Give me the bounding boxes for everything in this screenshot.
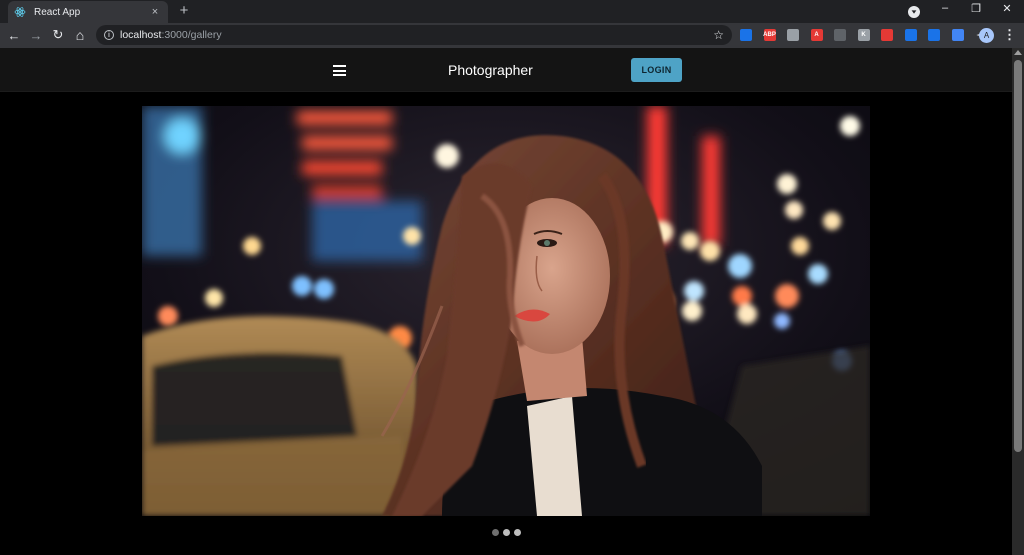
page-scrollbar[interactable]: [1012, 48, 1024, 555]
browser-tab[interactable]: React App ×: [8, 1, 168, 23]
bookmark-extension-icon[interactable]: [928, 29, 940, 41]
home-button[interactable]: ⌂: [72, 27, 88, 43]
reload-button[interactable]: ↻: [50, 27, 66, 43]
chrome-ext-icon[interactable]: [740, 29, 752, 41]
carousel-dot[interactable]: [514, 529, 521, 536]
k-extension-icon[interactable]: K: [857, 29, 870, 41]
url-host: localhost: [120, 29, 162, 41]
carousel-dot[interactable]: [503, 529, 510, 536]
android-extension-icon[interactable]: [834, 29, 846, 41]
restore-button[interactable]: ❐: [968, 2, 984, 15]
minimize-button[interactable]: –: [937, 2, 953, 14]
extension-badge-icon[interactable]: [787, 29, 799, 41]
gallery-carousel: [0, 92, 1012, 555]
tab-title: React App: [34, 6, 81, 18]
blue-square-extension-icon[interactable]: [904, 29, 917, 41]
portrait-city-night-photo[interactable]: [142, 106, 870, 516]
forward-button[interactable]: →: [28, 27, 44, 43]
browser-tab-strip: React App × + – ❐ ✕: [0, 0, 1024, 23]
browser-menu-icon[interactable]: ⋮: [1003, 27, 1016, 43]
tab-close-icon[interactable]: ×: [148, 6, 162, 18]
hamburger-menu-icon[interactable]: [333, 65, 346, 76]
new-tab-button[interactable]: +: [176, 3, 192, 19]
react-icon: [14, 6, 26, 18]
carousel-dots: [492, 529, 521, 536]
url-path: :3000/gallery: [161, 29, 222, 41]
bookmark-star-icon[interactable]: ☆: [713, 28, 724, 42]
scrollbar-thumb[interactable]: [1014, 60, 1022, 452]
red-square-extension-icon[interactable]: [881, 29, 893, 41]
carousel-dot[interactable]: [492, 529, 499, 536]
app-header: Photographer LOGIN: [0, 48, 1012, 92]
link-extension-icon[interactable]: [951, 29, 964, 41]
tab-search-icon[interactable]: [908, 6, 920, 18]
login-button[interactable]: LOGIN: [631, 58, 682, 82]
site-info-icon[interactable]: i: [104, 30, 114, 40]
brand-title: Photographer: [448, 62, 533, 78]
adblock-plus-icon[interactable]: ABP: [763, 29, 776, 41]
close-window-button[interactable]: ✕: [999, 2, 1015, 15]
address-bar[interactable]: i localhost:3000/gallery ☆: [96, 25, 732, 45]
scroll-up-icon[interactable]: [1014, 50, 1022, 55]
red-a-extension-icon[interactable]: A: [810, 29, 823, 41]
browser-toolbar: ← → ↻ ⌂ i localhost:3000/gallery ☆ ABP A K…: [0, 23, 1024, 48]
back-button[interactable]: ←: [6, 27, 22, 43]
profile-avatar[interactable]: A: [979, 28, 994, 43]
